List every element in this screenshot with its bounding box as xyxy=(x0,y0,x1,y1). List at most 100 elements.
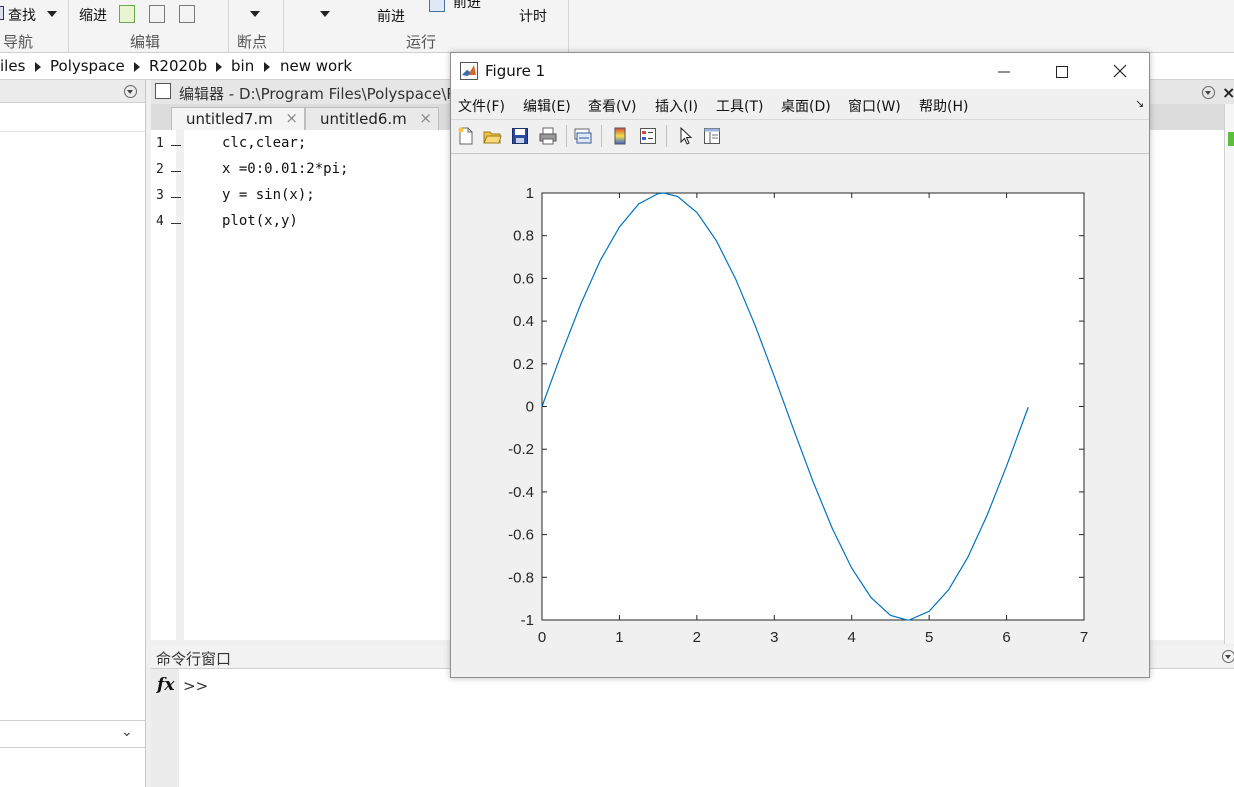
menu-view[interactable]: 查看(V) xyxy=(588,96,637,116)
smart-indent-icon[interactable] xyxy=(119,5,135,23)
code-line[interactable]: y = sin(x); xyxy=(222,187,315,203)
advance-button[interactable]: 前进 xyxy=(453,0,481,12)
y-tick-label: -1 xyxy=(521,612,534,629)
y-tick-label: -0.8 xyxy=(508,569,534,586)
toolstrip: 查找 导航 缩进 编辑 断点 前进 前进 计时 运行 xyxy=(0,0,1234,53)
breadcrumb-item[interactable]: Polyspace xyxy=(50,57,125,75)
function-browser-icon[interactable]: fx xyxy=(157,675,174,695)
tab-label: untitled6.m xyxy=(320,110,407,128)
edit-section-label: 编辑 xyxy=(130,33,161,51)
figure-menubar: 文件(F) 编辑(E) 查看(V) 插入(I) 工具(T) 桌面(D) 窗口(W… xyxy=(451,89,1149,119)
y-tick-label: 0.4 xyxy=(513,313,534,330)
advance-icon[interactable] xyxy=(429,0,445,12)
breakpoints-dropdown-icon[interactable] xyxy=(250,11,260,17)
property-editor-icon[interactable] xyxy=(702,126,722,146)
indent-button[interactable]: 缩进 xyxy=(79,5,107,25)
command-prompt[interactable]: >> xyxy=(183,677,208,695)
link-plot-icon[interactable] xyxy=(573,126,593,146)
run-and-advance-button[interactable]: 前进 xyxy=(377,6,405,26)
run-and-time-button[interactable]: 计时 xyxy=(519,6,547,26)
close-icon[interactable]: × xyxy=(1222,83,1234,102)
breadcrumb-item[interactable]: new work xyxy=(280,57,352,75)
dock-arrow-icon[interactable]: ↘ xyxy=(1135,97,1144,110)
plot-area[interactable]: 0 1 2 3 4 5 6 7 -1 -0.8 -0.6 -0.4 -0.2 0 0.2 0.4 0.6 0.8… xyxy=(451,153,1149,677)
y-tick-label: -0.2 xyxy=(508,441,534,458)
axes-background xyxy=(541,192,1085,621)
line-number: 4 xyxy=(156,214,164,229)
figure-toolbar xyxy=(451,119,1149,154)
search-icon[interactable] xyxy=(0,6,4,20)
menu-insert[interactable]: 插入(I) xyxy=(655,96,698,116)
tab-untitled6[interactable]: untitled6.m × xyxy=(305,107,439,130)
x-tick-label: 6 xyxy=(1002,629,1010,646)
breadcrumb-item[interactable]: bin xyxy=(231,57,254,75)
x-tick-label: 5 xyxy=(925,629,933,646)
menu-edit[interactable]: 编辑(E) xyxy=(523,96,571,116)
find-button[interactable]: 查找 xyxy=(8,5,36,25)
breadcrumb-separator-icon[interactable] xyxy=(35,62,41,72)
run-dropdown-icon[interactable] xyxy=(320,11,330,17)
figure-title: Figure 1 xyxy=(485,62,546,80)
menu-window[interactable]: 窗口(W) xyxy=(848,96,901,116)
legend-icon[interactable] xyxy=(638,126,658,146)
pointer-icon[interactable] xyxy=(676,126,696,146)
editor-scrollbar[interactable] xyxy=(1224,104,1234,644)
y-tick-label: -0.4 xyxy=(508,484,534,501)
x-tick-label: 3 xyxy=(770,629,778,646)
editor-icon xyxy=(155,83,171,99)
save-icon[interactable] xyxy=(510,126,530,146)
editor-title: 编辑器 - D:\Program Files\Polyspace\R xyxy=(179,85,457,103)
figure-titlebar[interactable]: Figure 1 xyxy=(451,53,1149,89)
close-button[interactable] xyxy=(1097,59,1143,85)
y-tick-label: 0.6 xyxy=(513,270,534,287)
y-tick-label: 0.8 xyxy=(513,228,534,245)
breakpoints-section-label: 断点 xyxy=(237,33,268,51)
breadcrumb-separator-icon[interactable] xyxy=(264,62,270,72)
breadcrumb-item[interactable]: iles xyxy=(0,57,25,75)
x-tick-label: 4 xyxy=(848,629,856,646)
menu-desktop[interactable]: 桌面(D) xyxy=(781,96,831,116)
close-icon[interactable]: × xyxy=(285,109,298,127)
current-folder-panel: ⌄ xyxy=(0,80,146,787)
print-icon[interactable] xyxy=(538,126,558,146)
line-number: 1 xyxy=(156,136,164,151)
code-line[interactable]: plot(x,y) xyxy=(222,213,298,229)
matlab-logo-icon xyxy=(460,62,478,80)
open-folder-icon[interactable] xyxy=(482,126,502,146)
x-tick-label: 1 xyxy=(615,629,623,646)
decrease-indent-icon[interactable] xyxy=(179,5,195,23)
run-section-label: 运行 xyxy=(406,33,437,51)
code-line[interactable]: clc,clear; xyxy=(222,135,306,151)
new-file-icon[interactable] xyxy=(456,126,476,146)
breadcrumb-separator-icon[interactable] xyxy=(134,62,140,72)
x-tick-label: 0 xyxy=(538,629,546,646)
find-dropdown-icon[interactable] xyxy=(47,11,57,17)
maximize-button[interactable] xyxy=(1039,59,1085,85)
tab-untitled7[interactable]: untitled7.m × xyxy=(171,107,305,130)
menu-file[interactable]: 文件(F) xyxy=(458,96,505,116)
close-icon[interactable]: × xyxy=(419,109,432,127)
increase-indent-icon[interactable] xyxy=(149,5,165,23)
command-window-title: 命令行窗口 xyxy=(156,650,232,668)
editor-actions-icon[interactable] xyxy=(1202,86,1215,99)
tab-label: untitled7.m xyxy=(186,110,273,128)
figure-window[interactable]: Figure 1 文件(F) 编辑(E) 查看(V) 插入(I) 工具(T) 桌… xyxy=(450,52,1150,678)
line-number: 3 xyxy=(156,188,164,203)
y-tick-label: -0.6 xyxy=(508,527,534,544)
menu-tools[interactable]: 工具(T) xyxy=(716,96,763,116)
colorbar-icon[interactable] xyxy=(610,126,630,146)
x-tick-label: 7 xyxy=(1080,629,1088,646)
navigate-section-label: 导航 xyxy=(3,33,34,51)
code-folding-bar xyxy=(176,130,184,640)
command-window[interactable] xyxy=(151,669,1234,787)
breadcrumb-separator-icon[interactable] xyxy=(216,62,222,72)
menu-help[interactable]: 帮助(H) xyxy=(919,96,968,116)
y-tick-label: 0.2 xyxy=(513,356,534,373)
chevron-down-icon[interactable]: ⌄ xyxy=(121,724,133,740)
minimize-button[interactable] xyxy=(981,59,1027,85)
breadcrumb-item[interactable]: R2020b xyxy=(149,57,207,75)
code-line[interactable]: x =0:0.01:2*pi; xyxy=(222,161,348,177)
panel-actions-icon[interactable] xyxy=(124,85,137,98)
x-tick-label: 2 xyxy=(693,629,701,646)
command-window-actions-icon[interactable] xyxy=(1222,650,1234,663)
